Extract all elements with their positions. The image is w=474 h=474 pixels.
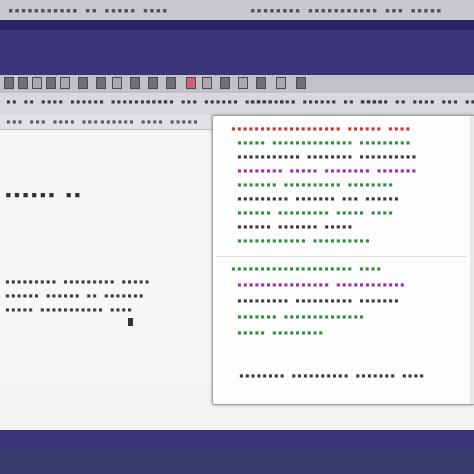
- panel-log-line-6: ▪▪▪▪▪▪▪▪▪ ▪▪▪▪▪▪▪ ▪▪▪ ▪▪▪▪▪▪: [237, 194, 400, 203]
- toolbar-icon-10[interactable]: [148, 77, 158, 89]
- top-right-text: ▪▪▪▪▪▪▪▪ ▪▪▪▪▪▪▪▪▪▪▪ ▪▪▪ ▪▪▪▪▪: [250, 6, 443, 16]
- toolbar-item-4[interactable]: ▪▪▪▪▪ ▪▪ ▪▪▪▪ ▪▪▪ ▪▪▪▪: [360, 97, 474, 106]
- toolbar-icon-1[interactable]: [4, 77, 14, 89]
- toolbar-icon-3[interactable]: [32, 77, 42, 89]
- tab-strip-right[interactable]: ▪▪▪▪▪▪ ▪▪▪▪ ▪▪▪▪▪: [100, 117, 199, 126]
- toolbar-icon-11[interactable]: [166, 77, 176, 89]
- toolbar-icon-6[interactable]: [78, 77, 88, 89]
- toolbar-icon-18[interactable]: [296, 77, 306, 89]
- text-cursor: [128, 318, 133, 326]
- panel-log-line-2: ▪▪▪▪▪ ▪▪▪▪▪▪▪▪▪▪▪▪▪▪ ▪▪▪▪▪▪▪▪▪: [237, 138, 412, 147]
- left-content-pane: [0, 133, 215, 383]
- panel-status-text: ▪▪▪▪▪▪▪▪ ▪▪▪▪▪▪▪▪▪▪ ▪▪▪▪▪▪▪ ▪▪▪▪: [239, 371, 426, 380]
- top-window-strip: ▪▪▪▪▪▪▪▪▪▪▪ ▪▪ ▪▪▪▪▪ ▪▪▪▪▪▪ ▪▪▪▪▪▪▪▪ ▪▪▪…: [0, 0, 474, 30]
- toolbar-icon-5[interactable]: [60, 77, 70, 89]
- toolbar-icon-17[interactable]: [276, 77, 286, 89]
- panel-log-line-4: ▪▪▪▪▪▪▪▪ ▪▪▪▪▪ ▪▪▪▪▪▪▪▪ ▪▪▪▪▪▪▪: [237, 166, 418, 175]
- toolbar-icon-7[interactable]: [96, 77, 106, 89]
- desktop-bottom-band: [0, 430, 474, 448]
- toolbar-icon-12[interactable]: [186, 77, 196, 89]
- panel-log-line-3: ▪▪▪▪▪▪▪▪▪▪▪ ▪▪▪▪▪▪▪▪ ▪▪▪▪▪▪▪▪▪▪: [237, 152, 418, 161]
- top-left-text: ▪▪▪▪▪▪▪▪▪▪▪ ▪▪ ▪▪▪▪▪ ▪▪▪▪▪▪: [8, 6, 168, 16]
- panel-log-b-line-5: ▪▪▪▪▪ ▪▪▪▪▪▪▪▪▪: [237, 328, 325, 337]
- toolbar-icon-16[interactable]: [256, 77, 266, 89]
- desktop-bottom-strip: [0, 448, 474, 474]
- toolbar-row-1: [0, 75, 474, 94]
- toolbar-icon-9[interactable]: [130, 77, 140, 89]
- panel-log-b-line-3: ▪▪▪▪▪▪▪▪▪ ▪▪▪▪▪▪▪▪▪▪ ▪▪▪▪▪▪▪: [237, 296, 400, 305]
- left-pane-line-3: ▪▪▪▪▪ ▪▪▪▪▪▪▪▪▪▪▪ ▪▪▪▪: [5, 305, 133, 314]
- panel-log-b-line-2: ▪▪▪▪▪▪▪▪▪▪▪▪▪▪▪▪ ▪▪▪▪▪▪▪▪▪▪▪▪: [237, 280, 406, 289]
- toolbar-icon-13[interactable]: [202, 77, 212, 89]
- panel-scrollbar[interactable]: [470, 116, 474, 404]
- toolbar-icon-2[interactable]: [18, 77, 28, 89]
- toolbar-icon-4[interactable]: [46, 77, 56, 89]
- panel-log-line-8: ▪▪▪▪▪▪ ▪▪▪▪▪▪▪ ▪▪▪▪▪: [237, 222, 354, 231]
- toolbar-icon-8[interactable]: [112, 77, 122, 89]
- left-pane-heading: ▪▪▪▪▪▪ ▪▪: [5, 188, 83, 201]
- panel-log-line-7: ▪▪▪▪▪▪ ▪▪▪▪▪▪▪▪▪ ▪▪▪▪▪ ▪▪▪▪: [237, 208, 395, 217]
- toolbar-icon-15[interactable]: [238, 77, 248, 89]
- tab-strip-left[interactable]: ▪▪▪ ▪▪▪ ▪▪▪▪ ▪▪▪: [6, 117, 99, 126]
- toolbar-row-2: ▪▪ ▪▪ ▪▪▪▪ ▪▪▪▪▪▪ ▪▪▪▪▪ ▪▪▪▪ ▪▪▪▪▪▪ ▪▪▪ …: [0, 93, 474, 116]
- panel-log-line-9: ▪▪▪▪▪▪▪▪▪▪▪▪ ▪▪▪▪▪▪▪▪▪▪: [237, 236, 371, 245]
- left-pane-line-2: ▪▪▪▪▪▪ ▪▪▪▪▪▪ ▪▪ ▪▪▪▪▪▪▪: [5, 291, 145, 300]
- top-title-band: [0, 20, 474, 30]
- panel-log-line-1: ▪▪▪▪▪▪▪▪▪▪▪▪▪▪▪▪▪▪▪ ▪▪▪▪▪▪ ▪▪▪▪: [231, 124, 412, 133]
- output-panel: ▪▪▪▪▪▪▪▪▪▪▪▪▪▪▪▪▪▪▪ ▪▪▪▪▪▪ ▪▪▪▪ ▪▪▪▪▪ ▪▪▪…: [212, 115, 474, 405]
- panel-log-b-line-4: ▪▪▪▪▪▪▪ ▪▪▪▪▪▪▪▪▪▪▪▪▪▪: [237, 312, 365, 321]
- panel-divider: [217, 256, 467, 257]
- panel-log-line-5: ▪▪▪▪▪▪▪ ▪▪▪▪▪▪▪▪▪▪ ▪▪▪▪▪▪▪▪: [237, 180, 395, 189]
- toolbar-icon-14[interactable]: [220, 77, 230, 89]
- left-pane-line-1: ▪▪▪▪▪▪▪▪▪ ▪▪▪▪▪▪▪▪▪ ▪▪▪▪▪: [5, 277, 151, 286]
- panel-log-b-line-1: ▪▪▪▪▪▪▪▪▪▪▪▪▪▪▪▪▪▪▪▪▪ ▪▪▪▪: [231, 264, 383, 273]
